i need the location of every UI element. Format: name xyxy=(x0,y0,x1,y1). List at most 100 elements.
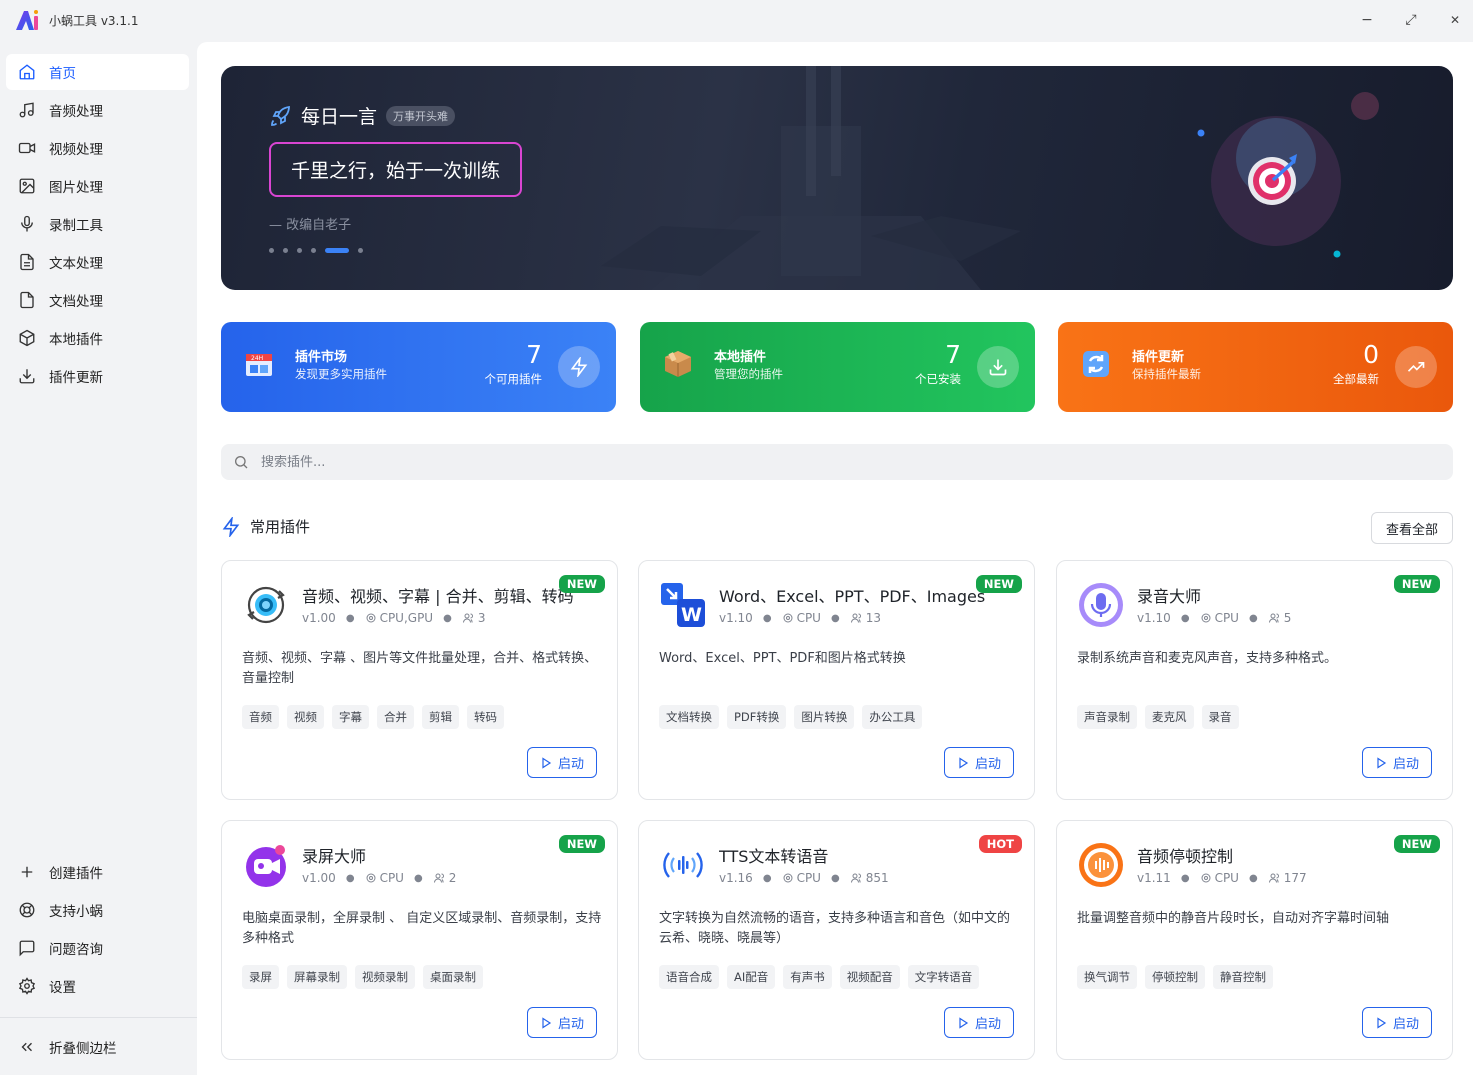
quote-title: 每日一言 xyxy=(301,106,378,128)
svg-text:W: W xyxy=(681,604,702,626)
package-icon xyxy=(19,329,35,347)
plugin-card[interactable]: W Word、Excel、PPT、PDF、Images v1.10 ● CPU ● … xyxy=(638,560,1035,800)
view-all-button[interactable]: 查看全部 xyxy=(1371,512,1453,544)
plugin-card[interactable]: 音频停顿控制 v1.11 ● CPU ● 177 NEW 批量调整音频中的静音片段时… xyxy=(1056,820,1453,1060)
download-icon[interactable] xyxy=(977,346,1019,388)
plugin-meta: v1.10 ● CPU ● 13 xyxy=(719,611,881,625)
trending-up-icon[interactable] xyxy=(1395,346,1437,388)
sidebar-item-text[interactable]: 文本处理 xyxy=(6,244,189,280)
chevrons-left-icon xyxy=(21,1042,32,1052)
minimize-button[interactable]: − xyxy=(1355,10,1379,30)
sidebar-item-label: 文档处理 xyxy=(49,294,103,310)
maximize-button[interactable]: ⤢ xyxy=(1399,10,1423,30)
launch-button[interactable]: 启动 xyxy=(1362,747,1432,778)
plugin-hardware: CPU,GPU xyxy=(379,611,434,625)
cpu-icon xyxy=(1201,873,1211,883)
sidebar-item-plugin-update[interactable]: 插件更新 xyxy=(6,358,189,394)
plugin-tag: 图片转换 xyxy=(794,705,855,729)
lightning-icon xyxy=(222,516,240,537)
play-icon xyxy=(959,1016,969,1029)
sidebar-item-audio[interactable]: 音频处理 xyxy=(6,92,189,128)
sidebar-item-label: 创建插件 xyxy=(49,866,103,882)
screen-record-icon xyxy=(246,845,286,887)
plugin-users: 13 xyxy=(865,611,881,625)
plugin-card[interactable]: 音频、视频、字幕 | 合并、剪辑、转码 v1.00 ● CPU,GPU ● 3 NE… xyxy=(221,560,618,800)
collapse-label: 折叠侧边栏 xyxy=(49,1041,117,1057)
sidebar-item-create-plugin[interactable]: 创建插件 xyxy=(6,854,189,890)
sidebar-item-document[interactable]: 文档处理 xyxy=(6,282,189,318)
plugin-meta: v1.10 ● CPU ● 5 xyxy=(1137,611,1292,625)
sidebar-item-consult[interactable]: 问题咨询 xyxy=(6,930,189,966)
stat-value: 7 xyxy=(945,340,961,369)
tts-wave-icon xyxy=(663,852,703,878)
launch-button[interactable]: 启动 xyxy=(527,1007,597,1038)
launch-button[interactable]: 启动 xyxy=(527,747,597,778)
plugin-name: 录音大师 xyxy=(1137,587,1202,606)
sidebar-item-label: 录制工具 xyxy=(49,218,103,234)
sidebar-item-local-plugins[interactable]: 本地插件 xyxy=(6,320,189,356)
rocket-icon xyxy=(271,105,290,126)
refresh-icon xyxy=(1083,351,1109,377)
plugin-version: v1.10 xyxy=(1137,611,1171,625)
plugin-hardware: CPU xyxy=(379,871,404,885)
search-input[interactable] xyxy=(261,454,1261,470)
sidebar-item-video[interactable]: 视频处理 xyxy=(6,130,189,166)
stat-value: 7 xyxy=(526,340,542,369)
plugin-tag: 办公工具 xyxy=(862,705,923,729)
launch-button[interactable]: 启动 xyxy=(1362,1007,1432,1038)
main-content: 每日一言 万事开头难 千里之行，始于一次训练 — 改编自老子 24H 插件市场 … xyxy=(197,42,1473,1075)
plugin-name: 录屏大师 xyxy=(302,847,367,866)
plugin-version: v1.00 xyxy=(302,871,336,885)
sidebar-item-recording[interactable]: 录制工具 xyxy=(6,206,189,242)
plugin-tag: PDF转换 xyxy=(727,705,787,729)
stat-card-local-plugins[interactable]: 本地插件 管理您的插件 7 个已安装 xyxy=(640,322,1035,412)
launch-label: 启动 xyxy=(1392,757,1419,772)
plugin-card[interactable]: TTS文本转语音 v1.16 ● CPU ● 851 HOT 文字转换为自然流畅的语… xyxy=(638,820,1035,1060)
plugin-tags: 文档转换 PDF转换 图片转换 办公工具 xyxy=(659,705,930,729)
plugin-name: 音频、视频、字幕 | 合并、剪辑、转码 xyxy=(302,587,574,606)
stat-subtitle: 管理您的插件 xyxy=(714,367,783,381)
collapse-sidebar-button[interactable]: 折叠侧边栏 xyxy=(6,1029,189,1065)
word-convert-icon: W xyxy=(661,583,705,627)
new-badge: NEW xyxy=(558,575,605,593)
new-badge: NEW xyxy=(1393,575,1440,593)
plugin-tag: 转码 xyxy=(467,705,504,729)
sidebar-item-label: 本地插件 xyxy=(49,332,103,348)
plugin-card[interactable]: 录屏大师 v1.00 ● CPU ● 2 NEW 电脑桌面录制，全屏录制 、 自定义… xyxy=(221,820,618,1060)
cpu-icon xyxy=(366,613,376,623)
carousel-dot[interactable] xyxy=(269,248,274,253)
sidebar-item-label: 首页 xyxy=(49,66,76,82)
plugin-tag: 语音合成 xyxy=(659,965,719,989)
plugin-hardware: CPU xyxy=(1214,871,1239,885)
play-icon xyxy=(542,1016,552,1029)
sidebar-item-home[interactable]: 首页 xyxy=(6,54,189,90)
users-icon xyxy=(1268,613,1279,623)
plugin-tags: 录屏 屏幕录制 视频录制 桌面录制 xyxy=(242,965,491,989)
carousel-dot[interactable] xyxy=(283,248,288,253)
carousel-dot[interactable] xyxy=(358,248,363,253)
sidebar-item-image[interactable]: 图片处理 xyxy=(6,168,189,204)
launch-button[interactable]: 启动 xyxy=(944,747,1014,778)
new-badge: NEW xyxy=(558,835,605,853)
carousel-dot[interactable] xyxy=(311,248,316,253)
cpu-icon xyxy=(783,613,793,623)
search-icon xyxy=(235,456,248,469)
plugin-meta: v1.16 ● CPU ● 851 xyxy=(719,871,889,885)
calendar-24h-icon: 24H xyxy=(246,354,272,376)
launch-button[interactable]: 启动 xyxy=(944,1007,1014,1038)
sidebar-item-settings[interactable]: 设置 xyxy=(6,968,189,1004)
launch-label: 启动 xyxy=(974,1017,1001,1032)
lightning-icon[interactable] xyxy=(558,346,600,388)
carousel-dot[interactable] xyxy=(297,248,302,253)
stat-card-plugin-update[interactable]: 插件更新 保持插件最新 0 全部最新 xyxy=(1058,322,1453,412)
sidebar-divider xyxy=(0,1017,197,1018)
plugin-card[interactable]: 录音大师 v1.10 ● CPU ● 5 NEW 录制系统声音和麦克风声音，支持多种… xyxy=(1056,560,1453,800)
plugin-tag: 有声书 xyxy=(783,965,832,989)
section-header: 常用插件 xyxy=(221,516,310,537)
video-camera-icon xyxy=(18,142,36,154)
close-button[interactable]: ✕ xyxy=(1443,10,1467,30)
stat-card-plugin-market[interactable]: 24H 插件市场 发现更多实用插件 7 个可用插件 xyxy=(221,322,616,412)
app-logo-icon xyxy=(16,10,38,30)
sidebar-item-support[interactable]: 支持小蜗 xyxy=(6,892,189,928)
carousel-dot-active[interactable] xyxy=(325,248,349,253)
